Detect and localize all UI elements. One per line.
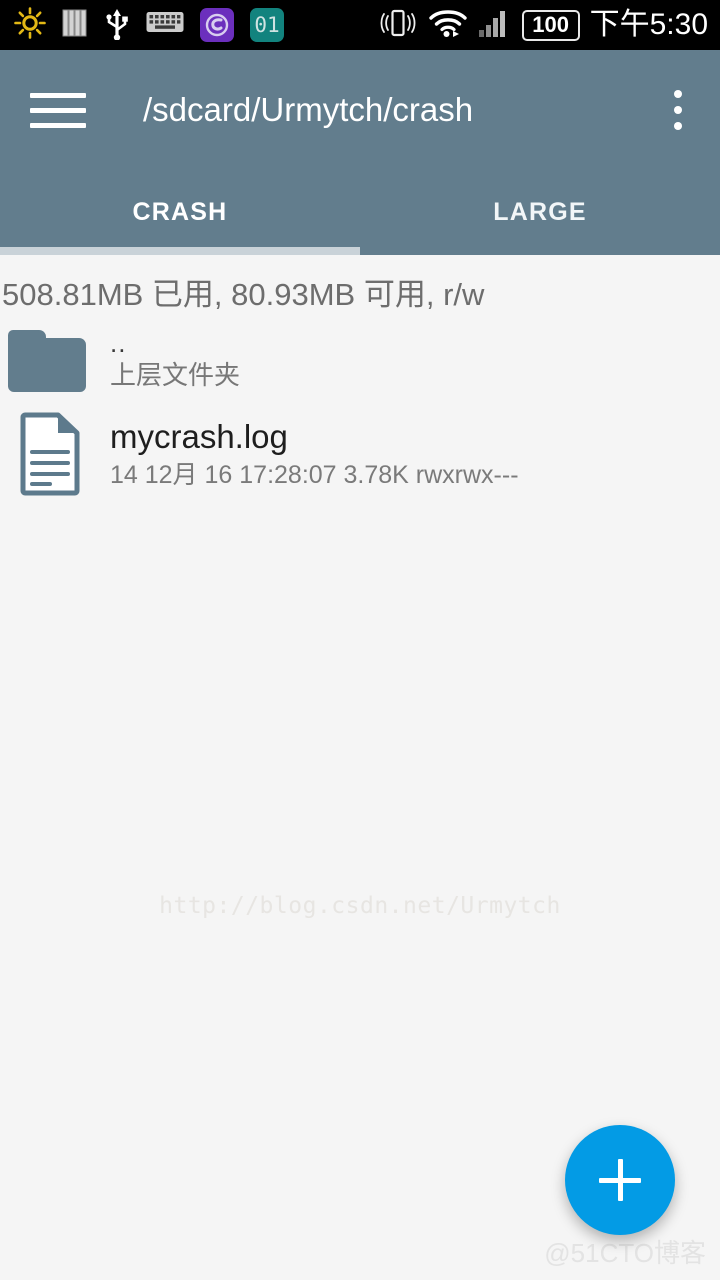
folder-icon	[8, 330, 86, 392]
parent-folder-subtitle: 上层文件夹	[110, 360, 241, 390]
app-bar: /sdcard/Urmytch/crash	[0, 50, 720, 170]
list-item-parent-folder[interactable]: .. 上层文件夹	[0, 322, 720, 400]
parent-folder-name: ..	[110, 328, 127, 358]
battery-level-label: 100	[532, 12, 569, 37]
vibrate-icon	[378, 7, 418, 44]
tab-bar: CRASH LARGE	[0, 170, 720, 255]
tab-underline-inactive	[360, 247, 720, 255]
page-title: /sdcard/Urmytch/crash	[143, 91, 474, 128]
hamburger-menu-icon[interactable]	[30, 88, 86, 132]
battery-icon: 100	[521, 9, 580, 41]
app-counter-icon: 01	[250, 8, 284, 42]
add-fab-button[interactable]	[565, 1125, 675, 1235]
overflow-dot	[674, 106, 682, 114]
parent-folder-text: .. 上层文件夹	[110, 330, 240, 392]
tab-active-indicator	[0, 247, 360, 255]
watermark-site: @51CTO博客	[544, 1238, 706, 1268]
hamburger-bar	[30, 92, 86, 98]
file-name: mycrash.log	[110, 417, 288, 455]
app-counter-label: 01	[254, 12, 280, 37]
overflow-dot	[674, 90, 682, 98]
status-bar-clock: 下午5:30	[589, 8, 708, 41]
add-plus-icon-vertical	[617, 1159, 623, 1201]
hamburger-bar	[30, 107, 86, 113]
bars-vertical-icon	[62, 8, 88, 43]
file-metadata: 14 12月 16 17:28:07 3.78K rwxrwx---	[110, 460, 519, 489]
file-text: mycrash.log 14 12月 16 17:28:07 3.78K rwx…	[110, 418, 519, 491]
list-item-file[interactable]: mycrash.log 14 12月 16 17:28:07 3.78K rwx…	[0, 406, 720, 502]
folder-icon-body	[8, 338, 86, 392]
file-document-icon	[20, 412, 82, 496]
brightness-sun-icon	[14, 6, 46, 44]
status-bar: 01 100 下午5:30	[0, 0, 720, 50]
wifi-icon	[428, 8, 468, 43]
status-bar-left-icons: 01	[14, 6, 378, 45]
app-swirl-icon	[200, 8, 234, 42]
overflow-menu-icon[interactable]	[648, 75, 708, 145]
overflow-dot	[674, 122, 682, 130]
tab-crash[interactable]: CRASH	[0, 170, 360, 255]
storage-summary: 508.81MB 已用, 80.93MB 可用, r/w	[2, 277, 485, 312]
tab-large[interactable]: LARGE	[360, 170, 720, 255]
cellular-signal-icon	[478, 8, 512, 43]
status-bar-right-icons: 100 下午5:30	[378, 7, 708, 44]
keyboard-icon	[146, 10, 184, 41]
usb-icon	[104, 6, 130, 45]
watermark-blog-url: http://blog.csdn.net/Urmytch	[159, 893, 561, 919]
hamburger-bar	[30, 122, 86, 128]
